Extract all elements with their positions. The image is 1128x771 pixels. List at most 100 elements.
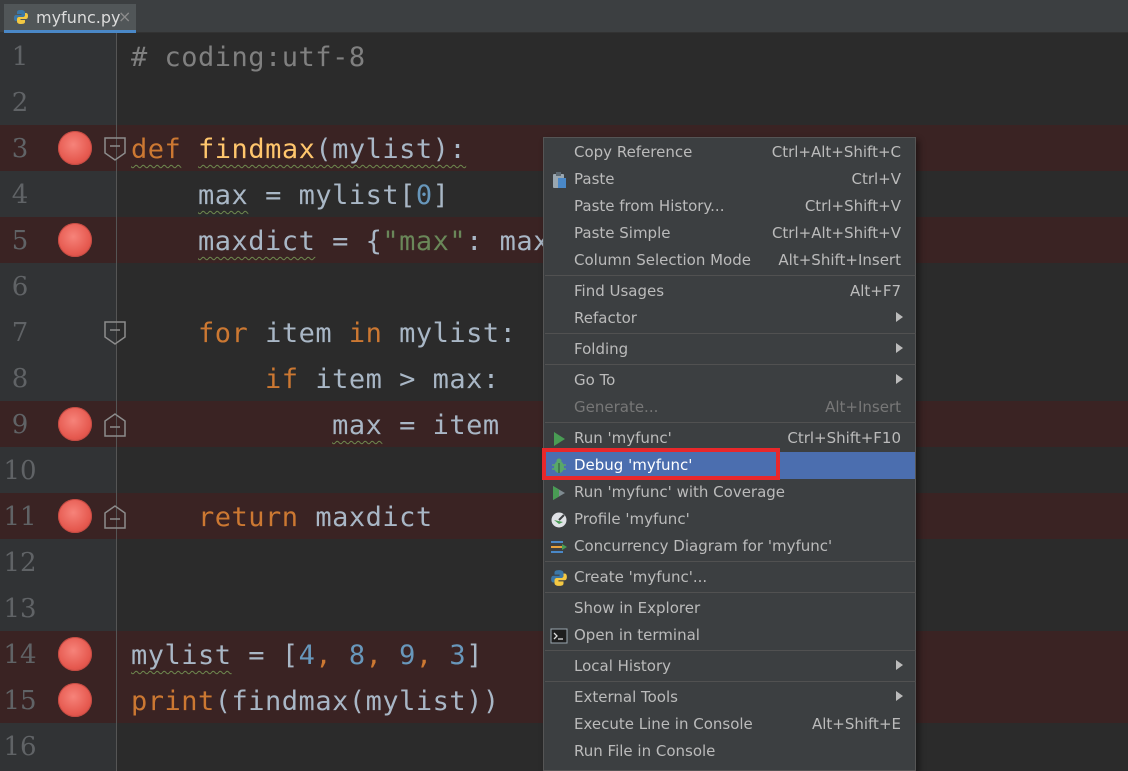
- menu-item-column-selection-mode[interactable]: Column Selection Mode Alt+Shift+Insert: [544, 247, 915, 274]
- submenu-arrow-icon: [896, 312, 903, 322]
- breakpoint-icon[interactable]: [58, 131, 92, 165]
- code-line-7[interactable]: for item in mylist:: [131, 311, 516, 357]
- coverage-icon: [553, 486, 565, 500]
- code-line-4[interactable]: max = mylist[0]: [131, 173, 449, 219]
- menu-item-shortcut: Ctrl+Alt+Shift+C: [771, 143, 901, 161]
- line-number: 16: [3, 732, 37, 762]
- menu-item-execute-line-in-console[interactable]: Execute Line in Console Alt+Shift+E: [544, 711, 915, 738]
- menu-item-label: Paste: [574, 170, 615, 188]
- tab-myfunc-py[interactable]: myfunc.py ×: [4, 4, 136, 33]
- menu-separator: [545, 333, 916, 334]
- code-line-11[interactable]: return maxdict: [131, 495, 433, 541]
- code-line-15[interactable]: print(findmax(mylist)): [131, 679, 500, 725]
- code-line-1[interactable]: # coding:utf-8: [131, 35, 366, 81]
- keyword-if: if: [265, 364, 299, 395]
- menu-item-label: Folding: [574, 340, 629, 358]
- menu-item-label: Local History: [574, 657, 672, 675]
- tab-close-icon[interactable]: ×: [118, 7, 131, 26]
- menu-item-refactor[interactable]: Refactor: [544, 305, 915, 332]
- breakpoint-icon[interactable]: [58, 637, 92, 671]
- code-text: ]: [432, 180, 450, 211]
- menu-item-shortcut: Ctrl+Shift+F10: [787, 429, 901, 447]
- menu-item-create-config[interactable]: Create 'myfunc'...: [544, 564, 915, 591]
- builtin-print: print: [131, 686, 215, 717]
- menu-item-paste-simple[interactable]: Paste Simple Ctrl+Alt+Shift+V: [544, 220, 915, 247]
- line-number: 15: [3, 686, 37, 716]
- line-number: 13: [3, 594, 37, 624]
- menu-item-concurrency-diagram[interactable]: Concurrency Diagram for 'myfunc': [544, 533, 915, 560]
- menu-item-paste-from-history[interactable]: Paste from History... Ctrl+Shift+V: [544, 193, 915, 220]
- menu-item-run-with-coverage[interactable]: Run 'myfunc' with Coverage: [544, 479, 915, 506]
- breakpoint-icon[interactable]: [58, 683, 92, 717]
- code-text: = item: [382, 410, 500, 441]
- menu-item-label: Run 'myfunc' with Coverage: [574, 483, 786, 501]
- menu-separator: [545, 275, 916, 276]
- code-line-14[interactable]: mylist = [4, 8, 9, 3]: [131, 633, 483, 679]
- python-icon: [551, 570, 567, 586]
- menu-item-paste[interactable]: Paste Ctrl+V: [544, 166, 915, 193]
- submenu-arrow-icon: [896, 374, 903, 384]
- menu-item-run-file-in-console[interactable]: Run File in Console: [544, 738, 915, 765]
- fold-end-icon[interactable]: [104, 505, 126, 529]
- variable: max: [198, 180, 249, 211]
- clipboard-icon: [553, 172, 566, 188]
- submenu-arrow-icon: [896, 343, 903, 353]
- code-text: = mylist[: [248, 180, 416, 211]
- menu-item-local-history[interactable]: Local History: [544, 653, 915, 680]
- number: 8: [348, 640, 366, 671]
- line-number: 14: [3, 640, 37, 670]
- fold-collapse-icon[interactable]: [104, 137, 126, 161]
- menu-item-shortcut: Alt+Insert: [825, 398, 901, 416]
- code-line-3[interactable]: def findmax(mylist):: [131, 127, 466, 173]
- menu-item-label: Open in terminal: [574, 626, 700, 644]
- breakpoint-icon[interactable]: [58, 223, 92, 257]
- fold-collapse-icon[interactable]: [104, 321, 126, 345]
- menu-item-go-to[interactable]: Go To: [544, 367, 915, 394]
- line-number: 8: [11, 364, 29, 394]
- menu-item-profile[interactable]: Profile 'myfunc': [544, 506, 915, 533]
- comment: # coding:utf-8: [131, 42, 366, 73]
- menu-item-folding[interactable]: Folding: [544, 336, 915, 363]
- menu-item-open-in-terminal[interactable]: Open in terminal: [544, 622, 915, 649]
- menu-item-find-usages[interactable]: Find Usages Alt+F7: [544, 278, 915, 305]
- comma: ,: [315, 640, 349, 671]
- comma: ,: [415, 640, 450, 671]
- code-line-8[interactable]: if item > max:: [131, 357, 500, 403]
- comma: ,: [365, 640, 400, 671]
- menu-item-shortcut: Ctrl+Alt+Shift+V: [771, 224, 901, 242]
- breakpoint-icon[interactable]: [58, 499, 92, 533]
- menu-item-label: Create 'myfunc'...: [574, 568, 708, 586]
- line-number: 4: [11, 180, 29, 210]
- keyword-in: in: [348, 318, 383, 349]
- code-text: item: [248, 318, 349, 349]
- menu-item-label: Refactor: [574, 309, 637, 327]
- number: 4: [298, 640, 316, 671]
- menu-item-copy-reference[interactable]: Copy Reference Ctrl+Alt+Shift+C: [544, 139, 915, 166]
- fold-end-icon[interactable]: [104, 413, 126, 437]
- profile-icon: [551, 512, 567, 528]
- menu-item-show-in-explorer[interactable]: Show in Explorer: [544, 595, 915, 622]
- menu-item-label: Run 'myfunc': [574, 429, 672, 447]
- menu-item-label: Profile 'myfunc': [574, 510, 690, 528]
- menu-item-generate[interactable]: Generate... Alt+Insert: [544, 394, 915, 421]
- code-text: ]: [466, 640, 483, 671]
- function-name: findmax: [198, 134, 316, 165]
- menu-item-label: Run File in Console: [574, 742, 716, 760]
- code-line-5[interactable]: maxdict = {"max": max}: [131, 219, 567, 265]
- breakpoint-icon[interactable]: [58, 407, 92, 441]
- annotation-highlight-box: [542, 448, 780, 480]
- menu-item-shortcut: Ctrl+Shift+V: [804, 197, 901, 215]
- menu-item-shortcut: Alt+Shift+E: [811, 715, 901, 733]
- code-line-9[interactable]: max = item: [131, 403, 500, 449]
- menu-separator: [545, 364, 916, 365]
- variable: max: [332, 410, 383, 441]
- menu-item-external-tools[interactable]: External Tools: [544, 684, 915, 711]
- line-number: 12: [3, 548, 37, 578]
- editor-tab-bar: myfunc.py ×: [0, 0, 1128, 33]
- concurrency-icon: [551, 541, 567, 553]
